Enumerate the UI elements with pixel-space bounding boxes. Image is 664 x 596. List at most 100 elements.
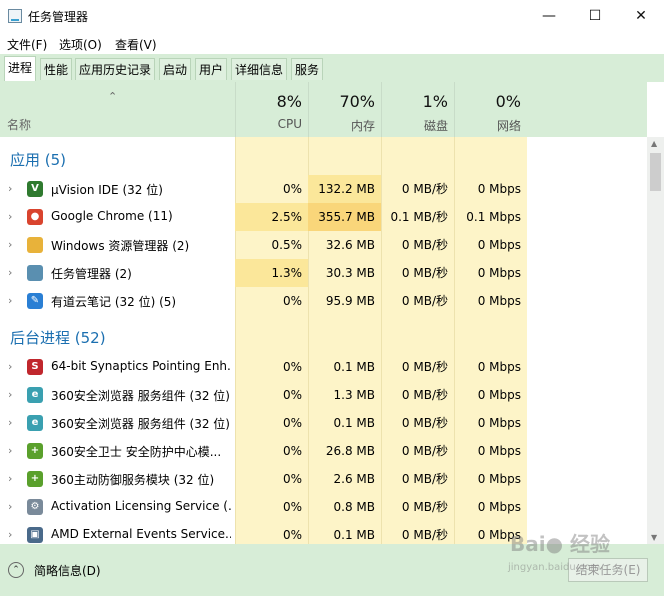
- process-row[interactable]: › 任务管理器 (2) 1.3% 30.3 MB 0 MB/秒 0 Mbps: [0, 259, 647, 287]
- amd-service-icon: ▣: [27, 527, 43, 543]
- menu-bar: 文件(F) 选项(O) 查看(V): [0, 32, 664, 54]
- column-name-header[interactable]: 名称: [7, 116, 31, 133]
- tab-users[interactable]: 用户: [195, 58, 228, 80]
- process-cpu-value: 0%: [282, 528, 302, 542]
- process-name: AMD External Events Service...: [51, 527, 231, 541]
- scroll-thumb[interactable]: [650, 153, 661, 191]
- expand-chevron-icon[interactable]: ›: [8, 266, 12, 279]
- process-name: 360安全卫士 安全防护中心模...: [51, 445, 222, 459]
- tab-performance[interactable]: 性能: [40, 58, 73, 80]
- expand-chevron-icon[interactable]: ›: [8, 294, 12, 307]
- process-mem-value: 0.8 MB: [333, 500, 375, 514]
- column-network-header[interactable]: 0% 网络: [454, 82, 527, 137]
- process-disk-value: 0 MB/秒: [401, 472, 448, 486]
- collapse-details-icon[interactable]: ⌃: [8, 562, 24, 578]
- expand-chevron-icon[interactable]: ›: [8, 360, 12, 373]
- process-row[interactable]: › +360主动防御服务模块 (32 位) 0% 2.6 MB 0 MB/秒 0 Mbps: [0, 465, 647, 493]
- expand-chevron-icon[interactable]: ›: [8, 238, 12, 251]
- 360-browser-icon: e: [27, 415, 43, 431]
- process-row[interactable]: › e 360安全浏览器 服务组件 (32 位) 0% 1.3 MB 0 MB/秒 0 Mb…: [0, 381, 647, 409]
- process-name: 64-bit Synaptics Pointing Enh...: [51, 359, 231, 373]
- title-bar: 任务管理器 — ☐ ✕: [0, 0, 664, 32]
- process-mem-value: 132.2 MB: [308, 175, 381, 203]
- process-row[interactable]: › ⚙ Activation Licensing Service (... 0% 0.8…: [0, 493, 647, 521]
- expand-chevron-icon[interactable]: ›: [8, 388, 12, 401]
- maximize-button[interactable]: ☐: [572, 0, 618, 32]
- process-net-value: 0 Mbps: [477, 416, 521, 430]
- process-cpu-value: 0.5%: [271, 238, 303, 252]
- tab-app-history[interactable]: 应用历史记录: [75, 58, 156, 80]
- column-disk-header[interactable]: 1% 磁盘: [381, 82, 454, 137]
- memory-column-label: 内存: [350, 119, 375, 133]
- process-row[interactable]: › e 360安全浏览器 服务组件 (32 位) 0% 0.1 MB 0 MB/秒 0 Mb…: [0, 409, 647, 437]
- uvision-icon: V: [27, 181, 43, 197]
- minimize-button[interactable]: —: [526, 0, 572, 32]
- process-name: 360安全浏览器 服务组件 (32 位): [51, 389, 230, 403]
- process-net-value: 0 Mbps: [477, 388, 521, 402]
- process-cpu-value: 0%: [282, 388, 302, 402]
- column-cpu-header[interactable]: 8% CPU: [235, 82, 308, 137]
- process-name: Activation Licensing Service (...: [51, 499, 231, 513]
- process-list: 应用 (5) 后台进程 (52) › VµVision IDE (32 位) 0% 1…: [0, 137, 647, 544]
- group-apps-heading[interactable]: 应用 (5): [10, 149, 66, 170]
- process-row[interactable]: › ✎ 有道云笔记 (32 位) (5) 0% 95.9 MB 0 MB/秒 0 Mbps: [0, 287, 647, 315]
- expand-chevron-icon[interactable]: ›: [8, 500, 12, 513]
- tab-processes[interactable]: 进程: [4, 56, 37, 81]
- expand-chevron-icon[interactable]: ›: [8, 444, 12, 457]
- process-disk-value: 0 MB/秒: [401, 528, 448, 542]
- process-net-value: 0 Mbps: [477, 294, 521, 308]
- process-cpu-value: 0%: [282, 360, 302, 374]
- menu-file[interactable]: 文件(F): [7, 36, 47, 53]
- process-disk-value: 0 MB/秒: [401, 416, 448, 430]
- expand-chevron-icon[interactable]: ›: [8, 472, 12, 485]
- column-memory-header[interactable]: 70% 内存: [308, 82, 381, 137]
- memory-usage-total: 70%: [339, 92, 375, 111]
- process-row[interactable]: › S 64-bit Synaptics Pointing Enh... 0% 0.1 …: [0, 353, 647, 381]
- vertical-scrollbar[interactable]: ▲ ▼: [647, 137, 664, 544]
- fewer-details-link[interactable]: 简略信息(D): [34, 562, 101, 579]
- column-header-row: ⌃ 名称 8% CPU 70% 内存 1% 磁盘 0% 网络: [0, 82, 647, 138]
- process-disk-value: 0 MB/秒: [401, 182, 448, 196]
- baidu-watermark-logo: Bai● 经验: [510, 532, 611, 556]
- process-mem-value: 2.6 MB: [333, 472, 375, 486]
- process-net-value: 0 Mbps: [477, 266, 521, 280]
- tab-details[interactable]: 详细信息: [231, 58, 288, 80]
- process-net-value: 0 Mbps: [477, 500, 521, 514]
- process-row[interactable]: › VµVision IDE (32 位) 0% 132.2 MB 0 MB/秒 0 Mb…: [0, 175, 647, 203]
- disk-usage-total: 1%: [422, 92, 448, 111]
- cpu-usage-total: 8%: [276, 92, 302, 111]
- scroll-down-arrow-icon[interactable]: ▼: [651, 533, 657, 542]
- process-mem-value: 95.9 MB: [325, 294, 375, 308]
- tab-services[interactable]: 服务: [291, 58, 324, 80]
- process-row[interactable]: › Windows 资源管理器 (2) 0.5% 32.6 MB 0 MB/秒 0 Mbp…: [0, 231, 647, 259]
- process-net-value: 0 Mbps: [477, 238, 521, 252]
- window-title: 任务管理器: [28, 10, 89, 24]
- process-disk-value: 0.1 MB/秒: [390, 210, 448, 224]
- process-cpu-value: 0%: [282, 472, 302, 486]
- menu-view[interactable]: 查看(V): [115, 36, 157, 53]
- task-manager-app-icon: [8, 9, 22, 23]
- close-button[interactable]: ✕: [618, 0, 664, 32]
- process-cpu-value: 0%: [282, 444, 302, 458]
- process-net-value: 0 Mbps: [477, 444, 521, 458]
- process-mem-value: 32.6 MB: [325, 238, 375, 252]
- tab-startup[interactable]: 启动: [159, 58, 192, 80]
- expand-chevron-icon[interactable]: ›: [8, 416, 12, 429]
- process-cpu-value: 0%: [282, 294, 302, 308]
- expand-chevron-icon[interactable]: ›: [8, 210, 12, 223]
- process-name: Google Chrome (11): [51, 209, 173, 223]
- scroll-up-arrow-icon[interactable]: ▲: [651, 139, 657, 148]
- process-row[interactable]: › ● Google Chrome (11) 2.5% 355.7 MB 0.1 MB/秒…: [0, 203, 647, 231]
- cpu-column-label: CPU: [277, 117, 302, 131]
- 360-safe-icon: +: [27, 443, 43, 459]
- process-mem-value: 0.1 MB: [333, 416, 375, 430]
- process-net-value: 0.1 Mbps: [466, 210, 521, 224]
- process-row[interactable]: › +360安全卫士 安全防护中心模... 0% 26.8 MB 0 MB/秒 0 Mbp…: [0, 437, 647, 465]
- expand-chevron-icon[interactable]: ›: [8, 182, 12, 195]
- process-grid: ⌃ 名称 8% CPU 70% 内存 1% 磁盘 0% 网络 应用 (5) 后台…: [0, 82, 664, 544]
- expand-chevron-icon[interactable]: ›: [8, 528, 12, 541]
- group-background-heading[interactable]: 后台进程 (52): [10, 327, 106, 348]
- process-net-value: 0 Mbps: [477, 360, 521, 374]
- menu-options[interactable]: 选项(O): [59, 36, 102, 53]
- process-mem-value: 0.1 MB: [333, 360, 375, 374]
